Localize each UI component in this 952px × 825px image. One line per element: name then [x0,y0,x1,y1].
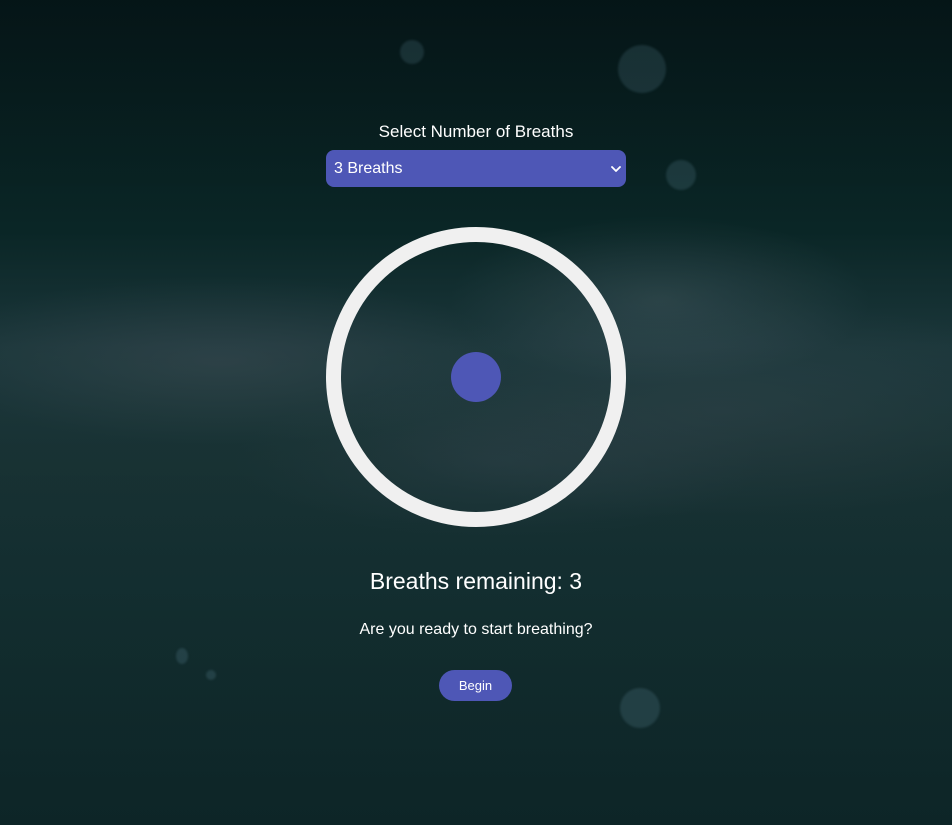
breathing-indicator-dot [451,352,501,402]
breaths-select[interactable]: 3 Breaths [326,150,626,187]
ready-prompt-text: Are you ready to start breathing? [359,621,593,638]
chevron-down-icon [610,150,622,187]
breathing-app: Select Number of Breaths 3 Breaths Breat… [0,0,952,825]
select-breaths-label: Select Number of Breaths [378,122,574,141]
breaths-select-value: 3 Breaths [334,160,403,177]
begin-button[interactable]: Begin [439,670,512,701]
breaths-remaining-text: Breaths remaining: 3 [369,568,583,594]
